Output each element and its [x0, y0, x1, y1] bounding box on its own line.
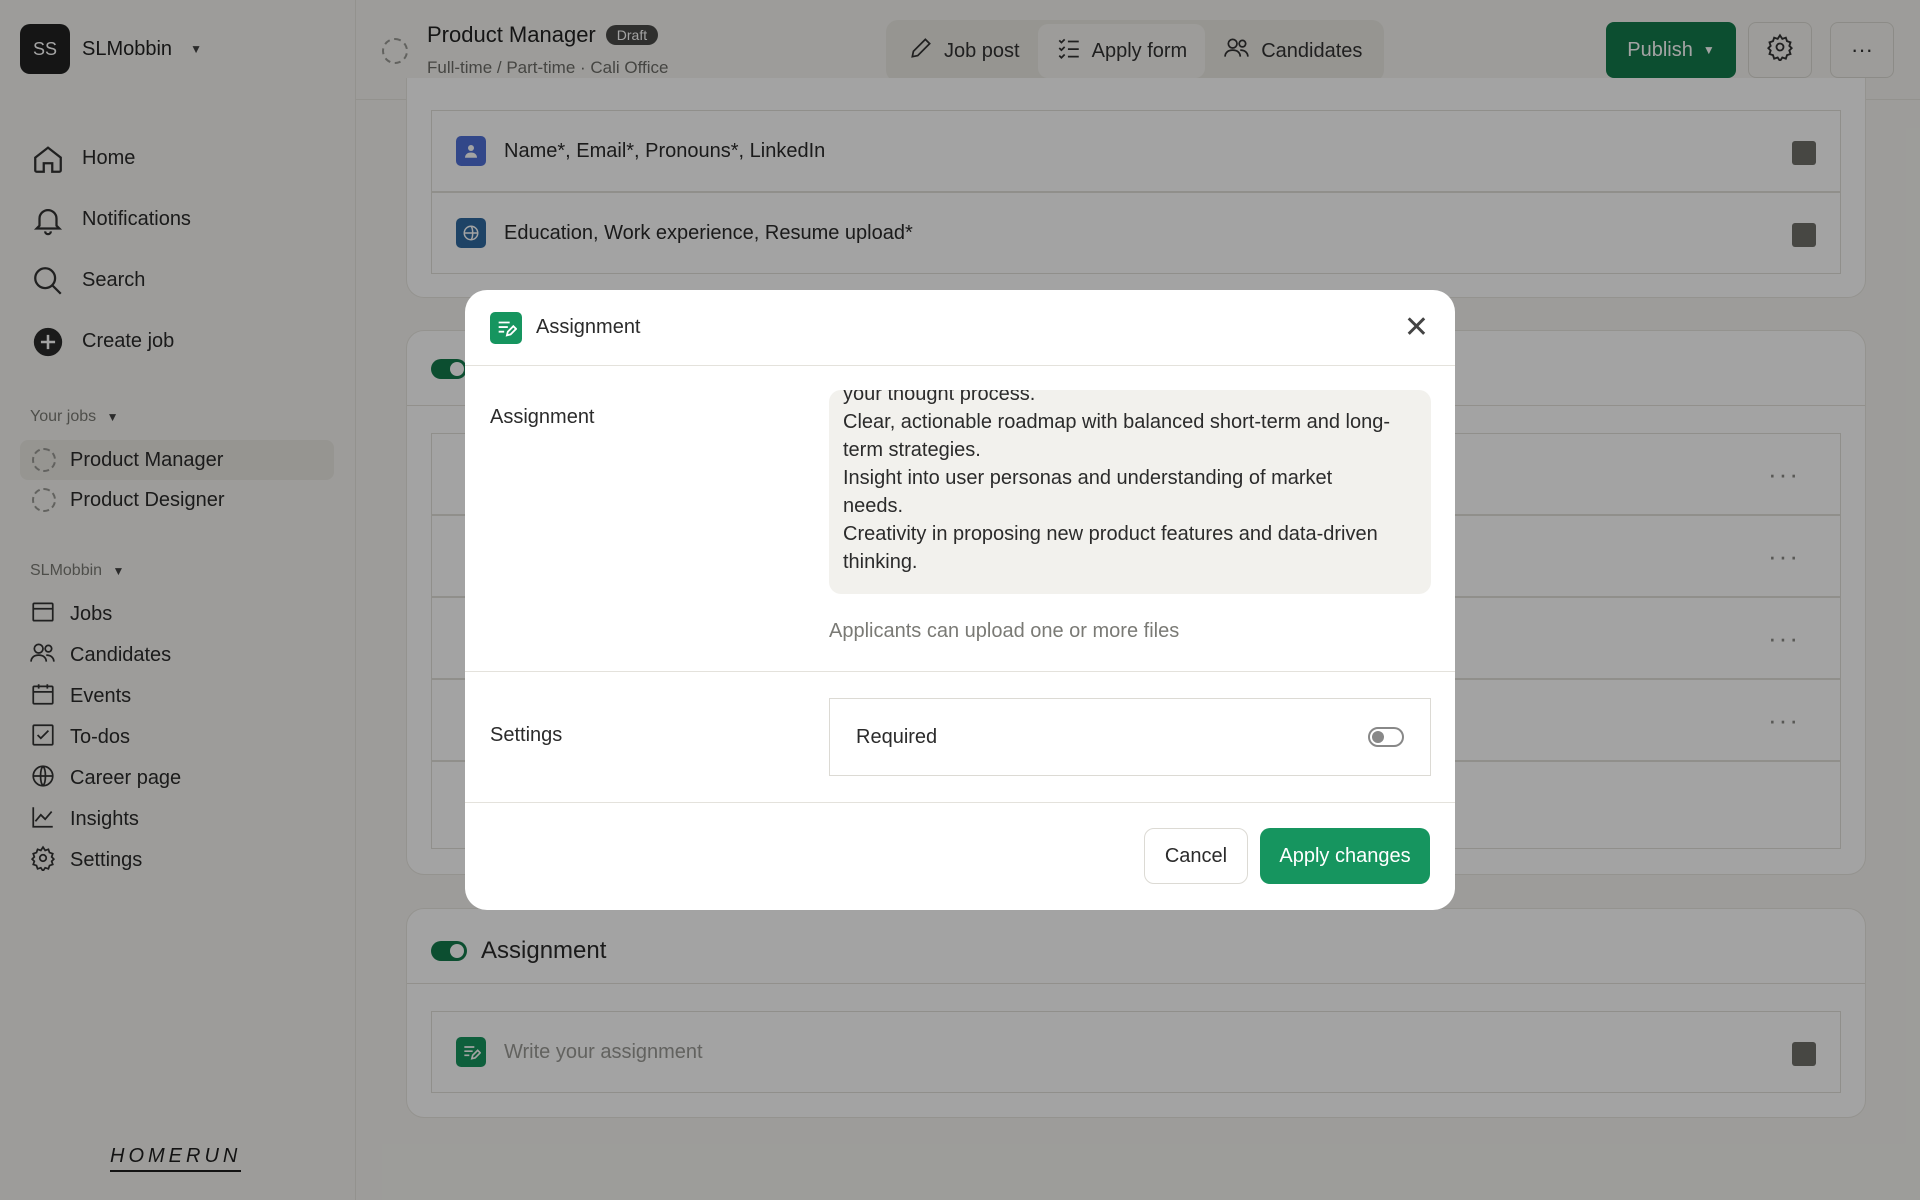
settings-label: Settings	[490, 724, 563, 746]
assignment-textarea[interactable]: your thought process. Clear, actionable …	[829, 390, 1431, 594]
assignment-field-label: Assignment	[490, 406, 595, 428]
modal-header: Assignment ✕	[465, 290, 1455, 366]
assignment-line: thinking.	[843, 551, 918, 573]
close-icon[interactable]: ✕	[1404, 310, 1429, 346]
modal-title: Assignment	[536, 316, 641, 338]
required-label: Required	[856, 725, 938, 748]
upload-helper-text: Applicants can upload one or more files	[829, 620, 1180, 642]
required-setting: Required	[829, 698, 1431, 776]
apply-changes-button[interactable]: Apply changes	[1260, 828, 1430, 884]
divider	[465, 802, 1455, 803]
cancel-button[interactable]: Cancel	[1144, 828, 1248, 884]
assignment-icon	[490, 311, 522, 344]
divider	[465, 671, 1455, 672]
assignment-line: needs.	[843, 495, 904, 517]
required-toggle[interactable]	[1368, 727, 1404, 747]
assignment-text: your thought process. Clear, actionable …	[843, 390, 1417, 576]
assignment-modal: Assignment ✕ Assignment your thought pro…	[465, 290, 1455, 910]
assignment-line: Insight into user personas and understan…	[843, 467, 1333, 489]
assignment-line: your thought process.	[843, 390, 1036, 405]
assignment-line: Clear, actionable roadmap with balanced …	[843, 411, 1390, 433]
assignment-line: Creativity in proposing new product feat…	[843, 523, 1378, 545]
assignment-line: term strategies.	[843, 439, 981, 461]
